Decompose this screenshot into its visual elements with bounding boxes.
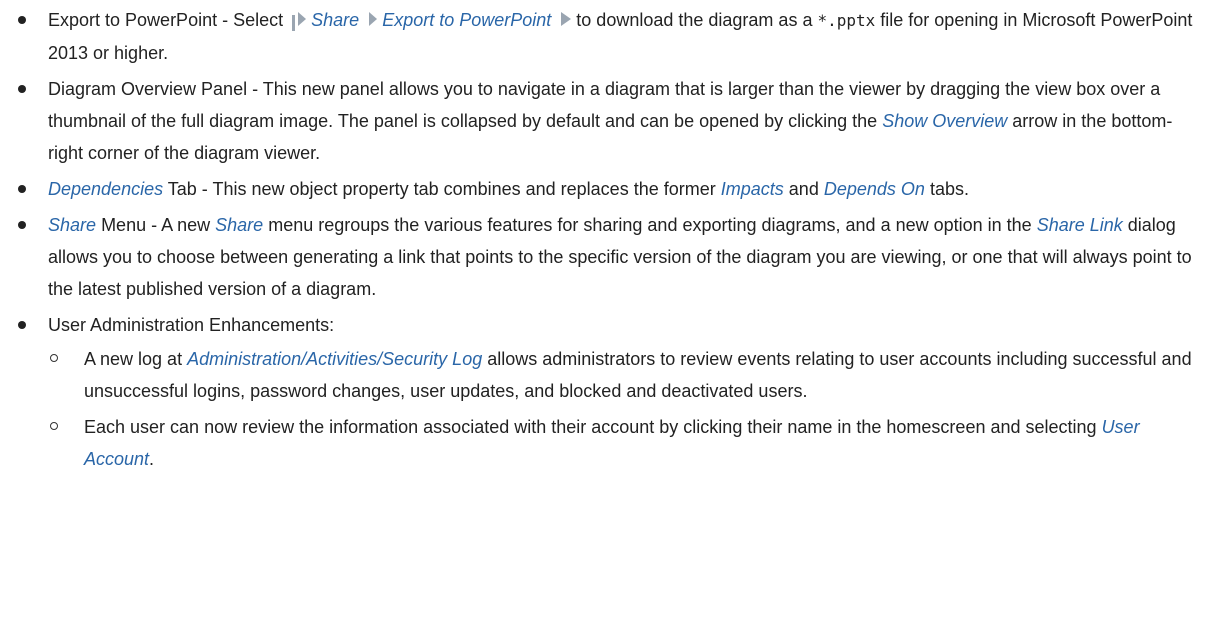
depends-on-link[interactable]: Depends On (824, 179, 925, 199)
list-item-admin: User Administration Enhancements: A new … (0, 309, 1207, 475)
list-item-overview: Diagram Overview Panel - This new panel … (0, 73, 1207, 169)
export-lead-text: Export to PowerPoint - Select (48, 10, 284, 30)
release-notes: Export to PowerPoint - Select Share Expo… (0, 0, 1207, 475)
show-overview-link[interactable]: Show Overview (882, 111, 1007, 131)
feature-list: Export to PowerPoint - Select Share Expo… (0, 4, 1207, 475)
admin-sub-list: A new log at Administration/Activities/S… (48, 343, 1195, 475)
share-mid-text-2: menu regroups the various features for s… (268, 215, 1032, 236)
list-item-share: Share Menu - A new Share menu regroups t… (0, 209, 1207, 305)
list-item-dependencies: Dependencies Tab - This new object prope… (0, 173, 1207, 205)
bullet-icon (18, 185, 26, 194)
dependencies-tail-text: tabs. (929, 179, 969, 200)
admin-heading: User Administration Enhancements: (48, 315, 335, 336)
share-mid-text-1: Menu - A new (101, 215, 211, 236)
sub-list-item-user-account: Each user can now review the information… (48, 411, 1195, 475)
impacts-link[interactable]: Impacts (721, 179, 784, 199)
dependencies-mid-text: Tab - This new object property tab combi… (167, 179, 716, 200)
menu-path-start-icon (292, 5, 307, 37)
sub-list-item-security-log: A new log at Administration/Activities/S… (48, 343, 1195, 407)
triangle-right-icon (560, 5, 572, 37)
dependencies-link[interactable]: Dependencies (48, 179, 163, 199)
file-extension: *.pptx (817, 11, 876, 30)
list-item-export: Export to PowerPoint - Select Share Expo… (0, 4, 1207, 69)
bullet-icon (18, 221, 26, 230)
share-link-dialog-link[interactable]: Share Link (1037, 215, 1123, 235)
bullet-icon (18, 85, 26, 94)
chevron-right-icon (368, 5, 378, 37)
security-log-link[interactable]: Administration/Activities/Security Log (187, 349, 482, 369)
and-text: and (788, 179, 819, 200)
user-account-lead-text: Each user can now review the information… (84, 417, 1097, 438)
menu-export-powerpoint-link[interactable]: Export to PowerPoint (382, 10, 551, 30)
share-menu-link-2[interactable]: Share (215, 215, 263, 235)
export-mid-text: to download the diagram as a (576, 10, 813, 30)
security-log-lead-text: A new log at (84, 349, 183, 370)
bullet-icon (18, 321, 26, 330)
hollow-bullet-icon (50, 354, 58, 363)
hollow-bullet-icon (50, 422, 58, 431)
user-account-tail-text: . (149, 449, 155, 470)
share-menu-link[interactable]: Share (48, 215, 96, 235)
menu-share-link[interactable]: Share (311, 10, 359, 30)
bullet-icon (18, 16, 26, 24)
